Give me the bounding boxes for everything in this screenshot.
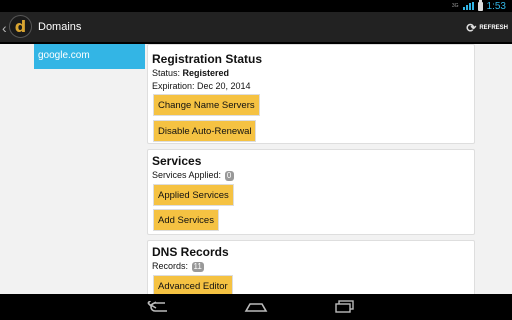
- sidebar-item-google-com[interactable]: google.com: [34, 44, 145, 69]
- disable-auto-renewal-button[interactable]: Disable Auto-Renewal: [153, 120, 257, 142]
- services-applied-label: Services Applied:: [152, 170, 222, 180]
- status-bar: 3G 1:53: [0, 0, 512, 12]
- registration-card: Registration Status Status: Registered E…: [147, 44, 475, 144]
- add-services-button[interactable]: Add Services: [153, 209, 219, 231]
- applied-services-button[interactable]: Applied Services: [153, 184, 234, 206]
- signal-icon: [462, 2, 474, 10]
- content-area: google.com Registration Status Status: R…: [0, 44, 512, 294]
- battery-icon: [477, 0, 483, 11]
- status-value: Registered: [182, 68, 230, 78]
- refresh-button[interactable]: ⟳ REFRESH: [466, 18, 508, 38]
- change-name-servers-button[interactable]: Change Name Servers: [153, 94, 260, 116]
- records-line: Records: 11: [152, 261, 204, 272]
- app-logo-icon[interactable]: d: [9, 15, 32, 38]
- network-type: 3G: [451, 2, 459, 9]
- clock: 1:53: [486, 0, 506, 12]
- services-card: Services Services Applied: 0 Applied Ser…: [147, 149, 475, 235]
- advanced-editor-button[interactable]: Advanced Editor: [153, 275, 233, 294]
- services-count-badge: 0: [224, 170, 234, 181]
- domain-list: google.com: [34, 44, 145, 294]
- back-chevron-icon[interactable]: ‹: [2, 20, 7, 36]
- domain-details[interactable]: Registration Status Status: Registered E…: [147, 44, 475, 294]
- status-icons: 3G 1:53: [452, 0, 506, 12]
- dns-title: DNS Records: [152, 245, 229, 259]
- nav-back-icon[interactable]: [146, 297, 170, 317]
- services-applied-line: Services Applied: 0: [152, 170, 234, 181]
- refresh-icon: ⟳: [466, 21, 477, 35]
- page-title: Domains: [38, 21, 82, 33]
- expiration-line: Expiration: Dec 20, 2014: [152, 81, 251, 91]
- status-label: Status:: [152, 68, 181, 78]
- system-nav-bar: [0, 294, 512, 320]
- refresh-label: REFRESH: [479, 25, 508, 31]
- records-count-badge: 11: [191, 261, 204, 272]
- registration-title: Registration Status: [152, 52, 263, 66]
- status-line: Status: Registered: [152, 68, 229, 78]
- records-label: Records:: [152, 261, 189, 271]
- action-bar: ‹ d Domains ⟳ REFRESH: [0, 12, 512, 44]
- nav-recents-icon[interactable]: [333, 297, 357, 317]
- services-title: Services: [152, 154, 202, 168]
- nav-home-icon[interactable]: [244, 297, 268, 317]
- dns-records-card: DNS Records Records: 11 Advanced Editor: [147, 240, 475, 294]
